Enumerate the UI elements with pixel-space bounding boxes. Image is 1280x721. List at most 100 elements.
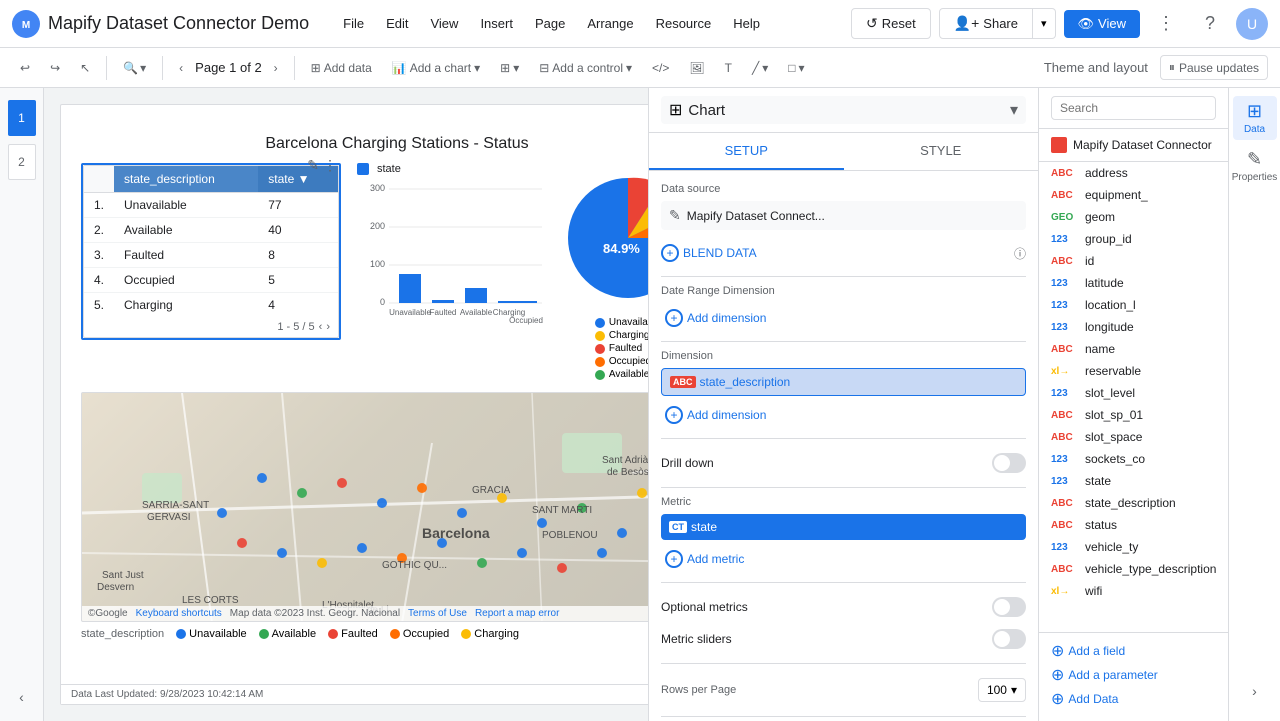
field-state[interactable]: 123 state	[1039, 470, 1228, 492]
field-geom[interactable]: GEO geom	[1039, 206, 1228, 228]
canvas-area: Barcelona Charging Stations - Status ✎ ⋮	[44, 88, 648, 721]
menu-insert[interactable]: Insert	[470, 12, 523, 35]
add-metric-button[interactable]: + Add metric	[661, 544, 1026, 574]
menu-view[interactable]: View	[420, 12, 468, 35]
field-wifi[interactable]: xl→ wifi	[1039, 580, 1228, 602]
sidebar-tab-data[interactable]: ⊞ Data	[1233, 96, 1277, 140]
more-options-button[interactable]: ⋮	[1148, 6, 1184, 42]
menu-resource[interactable]: Resource	[646, 12, 722, 35]
sidebar-tab-properties[interactable]: ✎ Properties	[1233, 144, 1277, 188]
metric-sliders-label: Metric sliders	[661, 632, 732, 646]
row-desc: Charging	[114, 293, 258, 318]
add-date-dimension-button[interactable]: + Add dimension	[661, 303, 1026, 333]
drill-down-toggle[interactable]	[992, 453, 1026, 473]
page-2-thumb[interactable]: 2	[8, 144, 36, 180]
help-button[interactable]: ?	[1192, 6, 1228, 42]
terms-link[interactable]: Terms of Use	[408, 608, 467, 619]
share-dropdown-button[interactable]: ▾	[1033, 8, 1056, 39]
field-state-description[interactable]: ABC state_description	[1039, 492, 1228, 514]
code-button[interactable]: </>	[644, 57, 677, 79]
avatar[interactable]: U	[1236, 8, 1268, 40]
field-status[interactable]: ABC status	[1039, 514, 1228, 536]
svg-text:LES CORTS: LES CORTS	[182, 595, 239, 606]
bar-chart-container: state 300 200 100 0	[357, 163, 527, 334]
tab-setup[interactable]: SETUP	[649, 133, 844, 170]
reset-button[interactable]: ↺ Reset	[851, 8, 931, 39]
add-field-button[interactable]: ⊕ Add a field	[1051, 641, 1216, 661]
expand-panel-button[interactable]: ›	[1233, 669, 1277, 713]
collapse-sidebar-button[interactable]: ‹	[11, 685, 32, 709]
field-slot-space[interactable]: ABC slot_space	[1039, 426, 1228, 448]
field-name: vehicle_type_description	[1085, 562, 1216, 576]
rows-per-page-select[interactable]: 100 ▾	[978, 678, 1026, 702]
view-button[interactable]: 👁 View	[1064, 10, 1140, 38]
field-location[interactable]: 123 location_l	[1039, 294, 1228, 316]
add-chart-button[interactable]: 📊 Add a chart ▾	[384, 57, 488, 79]
rows-per-page-value: 100	[987, 683, 1007, 697]
zoom-control[interactable]: 🔍 ▾	[115, 57, 154, 79]
add-dimension-button[interactable]: + Add dimension	[661, 400, 1026, 430]
field-longitude[interactable]: 123 longitude	[1039, 316, 1228, 338]
next-page-icon[interactable]: ›	[326, 321, 330, 333]
add-data-button[interactable]: ⊞ Add data	[303, 57, 380, 79]
field-vehicle-ty[interactable]: 123 vehicle_ty	[1039, 536, 1228, 558]
prev-page-icon[interactable]: ‹	[319, 321, 323, 333]
field-latitude[interactable]: 123 latitude	[1039, 272, 1228, 294]
menu-arrange[interactable]: Arrange	[577, 12, 643, 35]
legend-charging: Charging	[461, 628, 519, 640]
more-table-button[interactable]: ⋮	[323, 157, 337, 174]
redo-button[interactable]: ↪	[42, 57, 68, 79]
next-page-button[interactable]: ›	[266, 57, 286, 79]
row-desc: Occupied	[114, 268, 258, 293]
edit-datasource-icon[interactable]: ✎	[669, 207, 681, 224]
dimension-value-box[interactable]: ABC state_description	[661, 368, 1026, 396]
svg-text:200: 200	[370, 221, 385, 231]
undo-button[interactable]: ↩	[12, 57, 38, 79]
field-equipment[interactable]: ABC equipment_	[1039, 184, 1228, 206]
menu-file[interactable]: File	[333, 12, 374, 35]
share-button[interactable]: 👤+ Share	[939, 8, 1033, 39]
shape-button[interactable]: □ ▾	[780, 57, 812, 79]
keyboard-shortcuts[interactable]: Keyboard shortcuts	[136, 608, 222, 619]
metric-value-box[interactable]: CT state	[661, 514, 1026, 540]
add-date-icon: +	[665, 309, 683, 327]
field-name-item[interactable]: ABC name	[1039, 338, 1228, 360]
chart-type-selector[interactable]: ⊞ Chart ▾	[661, 96, 1026, 124]
image-button[interactable]: 🖼	[681, 57, 712, 79]
field-sockets[interactable]: 123 sockets_co	[1039, 448, 1228, 470]
pause-updates-button[interactable]: ⏸ Pause updates	[1160, 55, 1268, 80]
menu-help[interactable]: Help	[723, 12, 770, 35]
blend-data-button[interactable]: + BLEND DATA ⓘ	[661, 238, 1026, 268]
field-slot-sp01[interactable]: ABC slot_sp_01	[1039, 404, 1228, 426]
page-1-thumb[interactable]: 1	[8, 100, 36, 136]
search-input[interactable]	[1051, 96, 1216, 120]
field-vehicle-type-desc[interactable]: ABC vehicle_type_description	[1039, 558, 1228, 580]
svg-text:POBLENOU: POBLENOU	[542, 530, 598, 541]
add-scorecard-button[interactable]: ⊞ ▾	[492, 57, 527, 79]
optional-metrics-toggle[interactable]	[992, 597, 1026, 617]
theme-layout-button[interactable]: Theme and layout	[1036, 56, 1156, 79]
add-data-footer-button[interactable]: ⊕ Add Data	[1051, 689, 1216, 709]
field-name: reservable	[1085, 364, 1141, 378]
field-name: location_l	[1085, 298, 1136, 312]
row-num: 1.	[84, 193, 114, 218]
report-error-link[interactable]: Report a map error	[475, 608, 559, 619]
text-button[interactable]: T	[717, 57, 740, 79]
data-source-title: Mapify Dataset Connector	[1073, 138, 1212, 152]
menu-edit[interactable]: Edit	[376, 12, 418, 35]
menu-page[interactable]: Page	[525, 12, 575, 35]
field-name: status	[1085, 518, 1117, 532]
field-group-id[interactable]: 123 group_id	[1039, 228, 1228, 250]
tab-style[interactable]: STYLE	[844, 133, 1039, 170]
metric-sliders-toggle[interactable]	[992, 629, 1026, 649]
field-reservable[interactable]: xl→ reservable	[1039, 360, 1228, 382]
field-address[interactable]: ABC address	[1039, 162, 1228, 184]
field-slot-level[interactable]: 123 slot_level	[1039, 382, 1228, 404]
select-tool[interactable]: ↖	[72, 57, 98, 79]
add-control-button[interactable]: ⊟ Add a control ▾	[531, 57, 640, 79]
prev-page-button[interactable]: ‹	[171, 57, 191, 79]
line-button[interactable]: ╱ ▾	[744, 57, 776, 79]
field-id[interactable]: ABC id	[1039, 250, 1228, 272]
edit-table-button[interactable]: ✎	[307, 157, 319, 174]
add-parameter-button[interactable]: ⊕ Add a parameter	[1051, 665, 1216, 685]
